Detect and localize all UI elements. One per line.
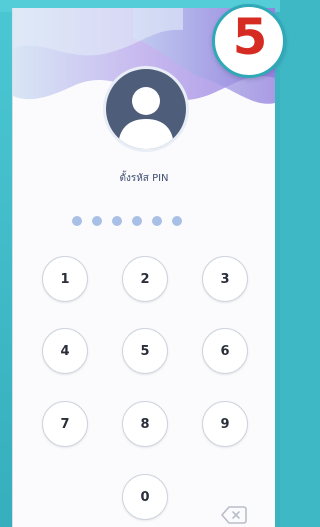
key-2[interactable]: 2: [122, 256, 168, 302]
key-9[interactable]: 9: [202, 401, 248, 447]
step-number: 5: [232, 8, 268, 66]
backspace-icon[interactable]: [221, 505, 247, 525]
pin-dot: [172, 216, 182, 226]
key-3[interactable]: 3: [202, 256, 248, 302]
pin-dot: [132, 216, 142, 226]
key-0[interactable]: 0: [122, 474, 168, 520]
pin-dot: [72, 216, 82, 226]
pin-dot: [152, 216, 162, 226]
pin-screen: ตั้งรหัส PIN 1 2 3 4 5 6 7 8 9 0: [12, 8, 275, 527]
user-silhouette-icon: [103, 66, 189, 152]
pin-dot: [92, 216, 102, 226]
key-6[interactable]: 6: [202, 328, 248, 374]
key-4[interactable]: 4: [42, 328, 88, 374]
frame-left: [0, 0, 12, 527]
pin-title: ตั้งรหัส PIN: [119, 173, 169, 184]
pin-dot: [112, 216, 122, 226]
pin-dots: [72, 216, 182, 226]
key-1[interactable]: 1: [42, 256, 88, 302]
key-5[interactable]: 5: [122, 328, 168, 374]
key-7[interactable]: 7: [42, 401, 88, 447]
key-8[interactable]: 8: [122, 401, 168, 447]
